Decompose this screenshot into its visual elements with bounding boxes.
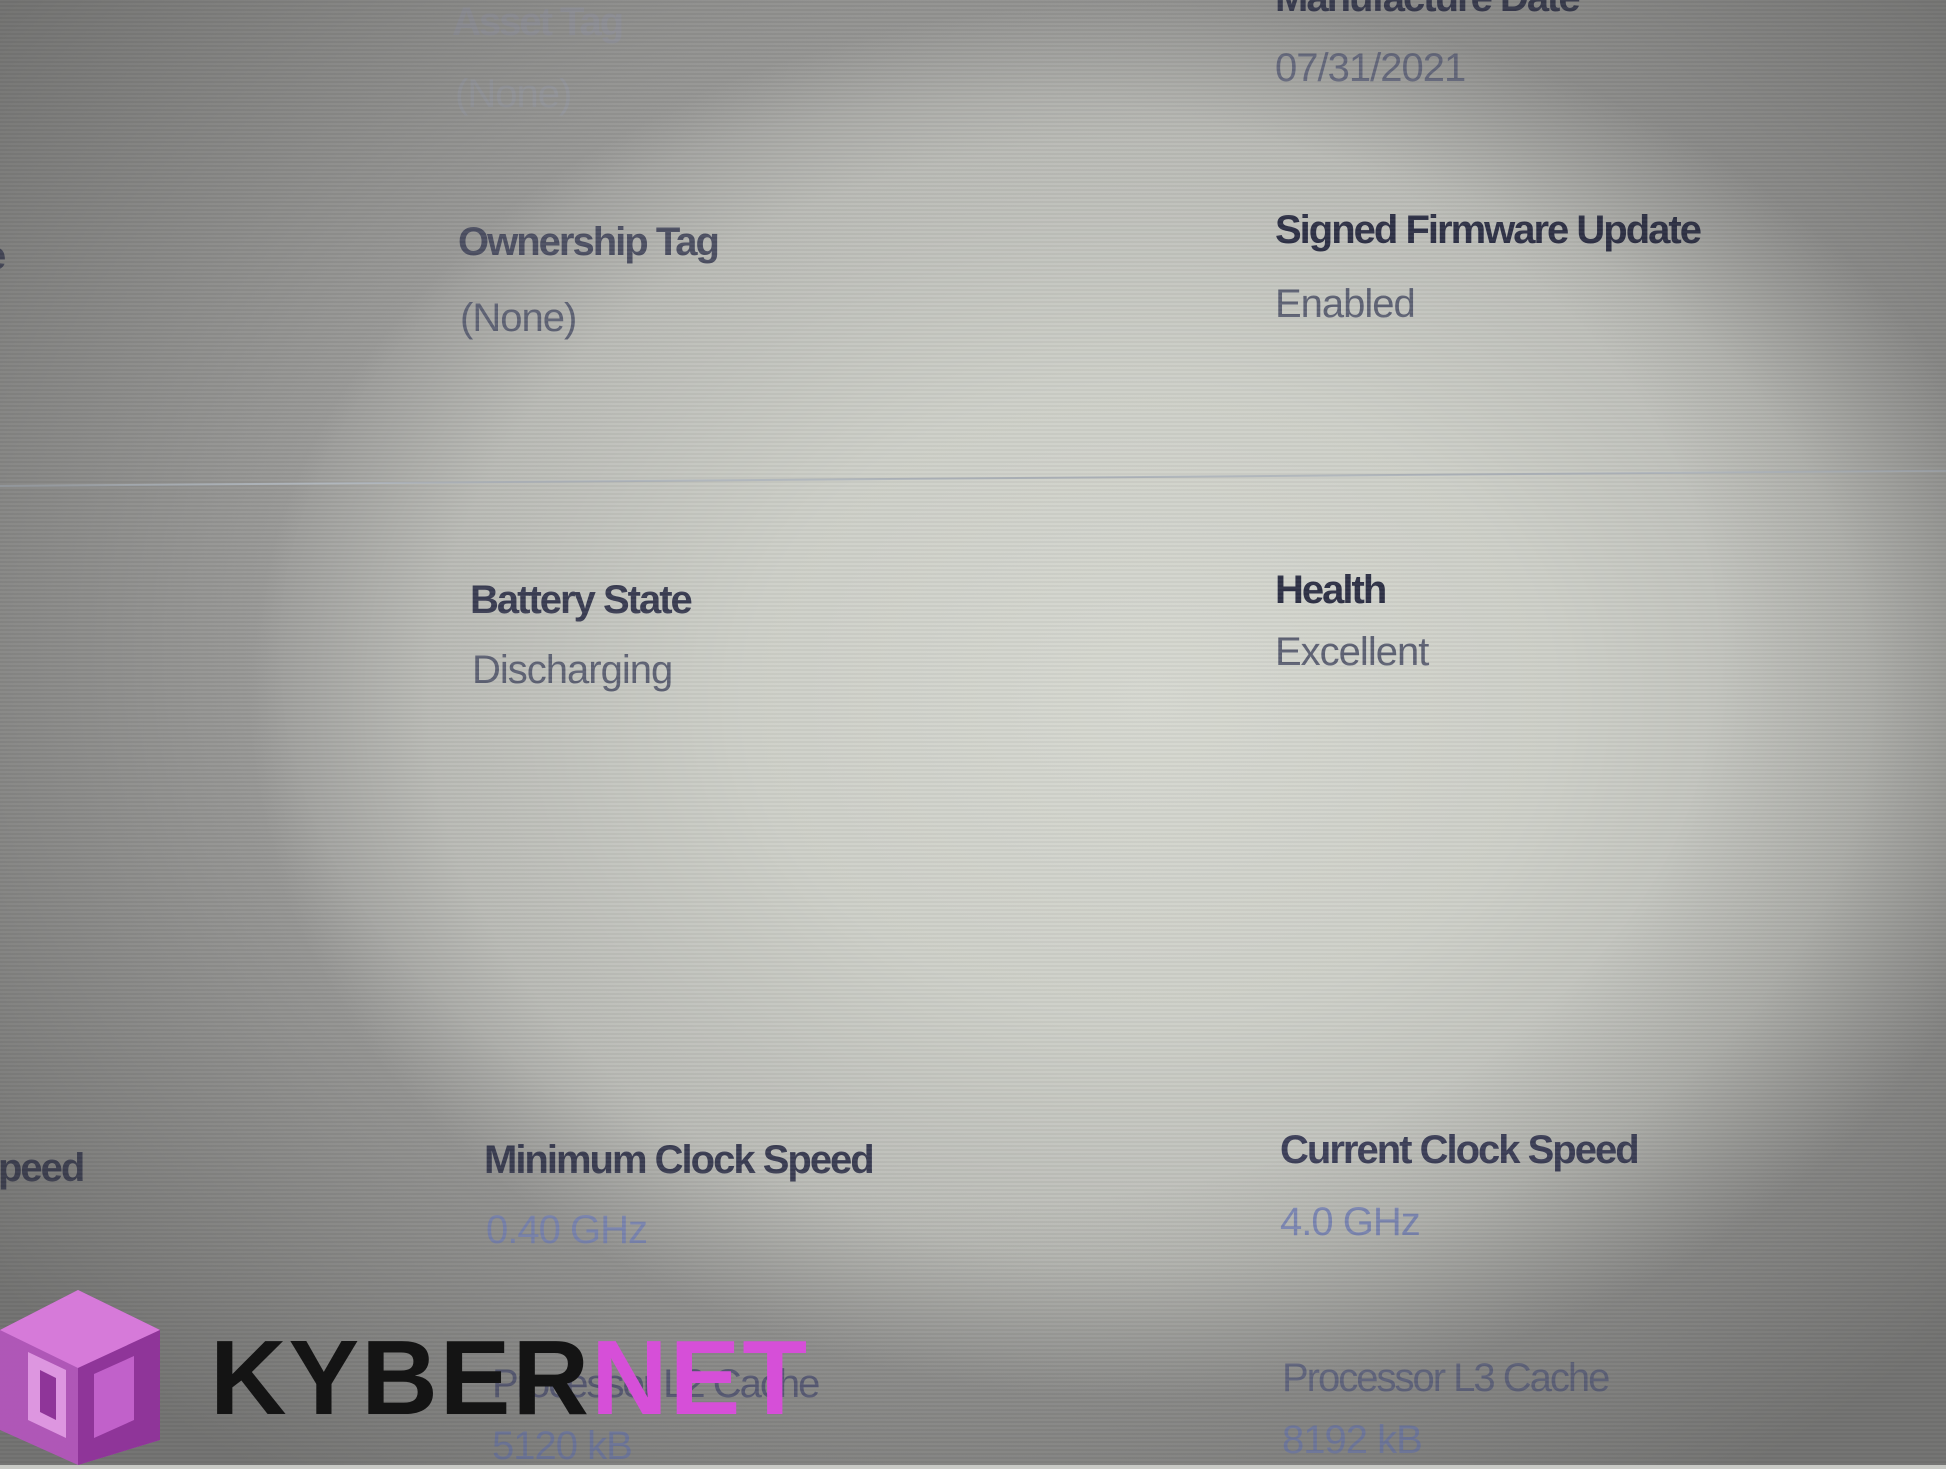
ownership-tag-label: Ownership Tag bbox=[458, 220, 720, 264]
left-cut-label-processor: peed bbox=[0, 1146, 85, 1190]
minimum-clock-speed-value: 0.40 GHz bbox=[486, 1208, 648, 1252]
processor-l3-cache-value: 8192 kB bbox=[1282, 1418, 1423, 1462]
asset-tag-label: Asset Tag bbox=[452, 0, 624, 44]
processor-l3-cache-label: Processor L3 Cache bbox=[1282, 1356, 1610, 1400]
current-clock-speed-label: Current Clock Speed bbox=[1280, 1128, 1640, 1172]
manufacture-date-value: 07/31/2021 bbox=[1275, 46, 1466, 90]
manufacture-date-label: Manufacture Date bbox=[1275, 0, 1581, 21]
ownership-tag-value: (None) bbox=[460, 296, 577, 340]
minimum-clock-speed-label: Minimum Clock Speed bbox=[484, 1138, 875, 1182]
signed-firmware-update-label: Signed Firmware Update bbox=[1275, 208, 1702, 252]
battery-state-value: Discharging bbox=[472, 648, 673, 692]
wordmark-part-1: KYBER bbox=[210, 1319, 592, 1437]
asset-tag-value: (None) bbox=[455, 72, 572, 116]
kybernet-wordmark: KYBERNET bbox=[210, 1318, 809, 1439]
wordmark-part-2: NET bbox=[591, 1319, 810, 1437]
left-cut-label-system: e bbox=[0, 234, 6, 279]
battery-state-label: Battery State bbox=[470, 578, 693, 622]
current-clock-speed-value: 4.0 GHz bbox=[1280, 1200, 1421, 1244]
battery-health-value: Excellent bbox=[1275, 630, 1429, 674]
signed-firmware-update-value: Enabled bbox=[1275, 282, 1416, 326]
battery-health-label: Health bbox=[1275, 568, 1387, 612]
